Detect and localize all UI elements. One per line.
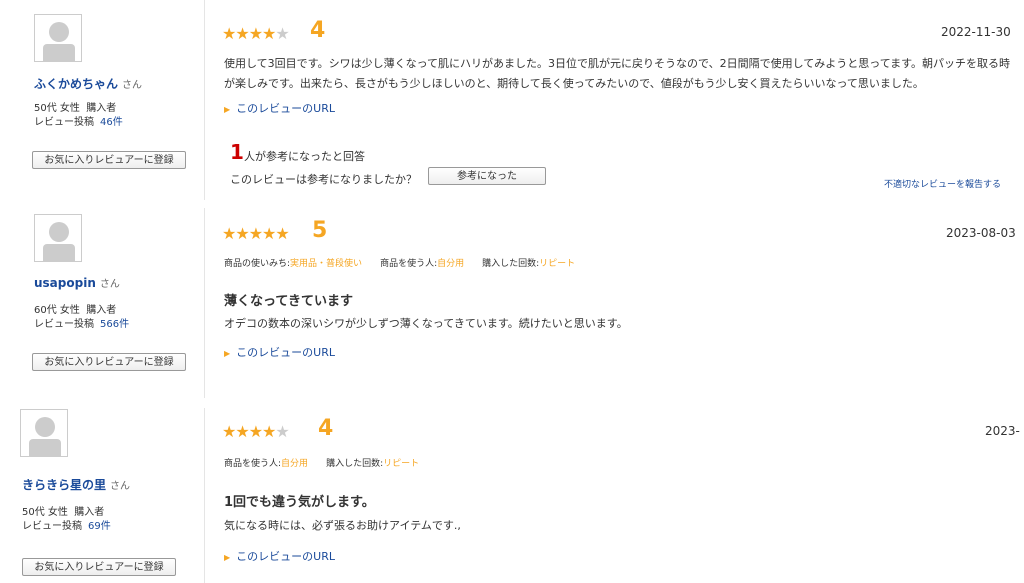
report-review-link[interactable]: 不適切なレビューを報告する [884,177,1001,190]
star-icon: ★★★★★ [222,224,290,243]
favorite-reviewer-button[interactable]: お気に入りレビュアーに登録 [32,151,186,169]
review-date: 2023- [985,424,1020,438]
review-tags: 商品を使う人:自分用 購入した回数:リピート [224,459,420,469]
review-title: 1回でも違う気がします。 [224,495,375,510]
helpful-button[interactable]: 参考になった [428,167,546,185]
helpful-count: 1 [230,140,244,164]
helpful-text: 人が参考になったと回答 [244,150,365,163]
reviewer-meta: 50代 女性 購入者 レビュー投稿 46件 [34,103,123,128]
review-text: オデコの数本の深いシワが少しずつ薄くなってきています。続けたいと思います。 [224,317,628,330]
review-text: 気になる時には、必ず張るお助けアイテムです., [224,519,461,532]
review-2: usapopin さん 60代 女性 購入者 レビュー投稿 566件 お気に入りレビュ… [0,206,1024,401]
review-tags: 商品の使いみち:実用品・普段使い 商品を使う人:自分用 購入した回数:リピート [224,259,576,269]
rating-stars: ★★★★★ [222,422,290,441]
review-date: 2022-11-30 [941,25,1011,39]
review-1: ふくかめちゃん さん 50代 女性 購入者 レビュー投稿 46件 お気に入りレビュアー… [0,0,1024,205]
divider [204,0,205,200]
triangle-right-icon: ▶ [224,553,231,562]
default-avatar-icon[interactable] [20,409,68,457]
reviewer-meta: 60代 女性 購入者 レビュー投稿 566件 [34,305,130,330]
reviewer-meta: 50代 女性 購入者 レビュー投稿 69件 [22,507,111,532]
default-avatar-icon[interactable] [34,14,82,62]
review-url-link[interactable]: ▶ このレビューのURL [224,548,335,564]
rating-stars: ★★★★★ [222,224,290,243]
favorite-reviewer-button[interactable]: お気に入りレビュアーに登録 [22,558,176,576]
reviewer-name[interactable]: ふくかめちゃん さん [34,75,142,92]
star-icon: ★★★★ [222,422,276,441]
divider [204,408,205,583]
rating-score: 4 [310,18,326,43]
triangle-right-icon: ▶ [224,105,231,114]
favorite-reviewer-button[interactable]: お気に入りレビュアーに登録 [32,353,186,371]
divider [204,208,205,398]
review-text: 使用して3回目です。シワは少し薄くなって肌にハリがあました。3日位で肌が元に戻り… [224,57,1011,90]
star-icon: ★★★★ [222,24,276,43]
review-3: きらきら星の里 さん 50代 女性 購入者 レビュー投稿 69件 お気に入りレビュアー… [0,402,1024,583]
reviewer-name[interactable]: きらきら星の里 さん [22,476,130,493]
helpful-question: このレビューは参考になりましたか？ [230,173,417,186]
rating-score: 4 [318,416,334,441]
rating-stars: ★★★★★ [222,24,290,43]
review-url-link[interactable]: ▶ このレビューのURL [224,100,335,116]
star-icon: ★ [275,422,289,441]
triangle-right-icon: ▶ [224,349,231,358]
review-title: 薄くなってきています [224,294,353,309]
review-date: 2023-08-03 [946,226,1016,240]
star-icon: ★ [275,24,289,43]
rating-score: 5 [312,218,328,243]
reviewer-name[interactable]: usapopin さん [34,275,120,290]
review-url-link[interactable]: ▶ このレビューのURL [224,344,335,360]
default-avatar-icon[interactable] [34,214,82,262]
